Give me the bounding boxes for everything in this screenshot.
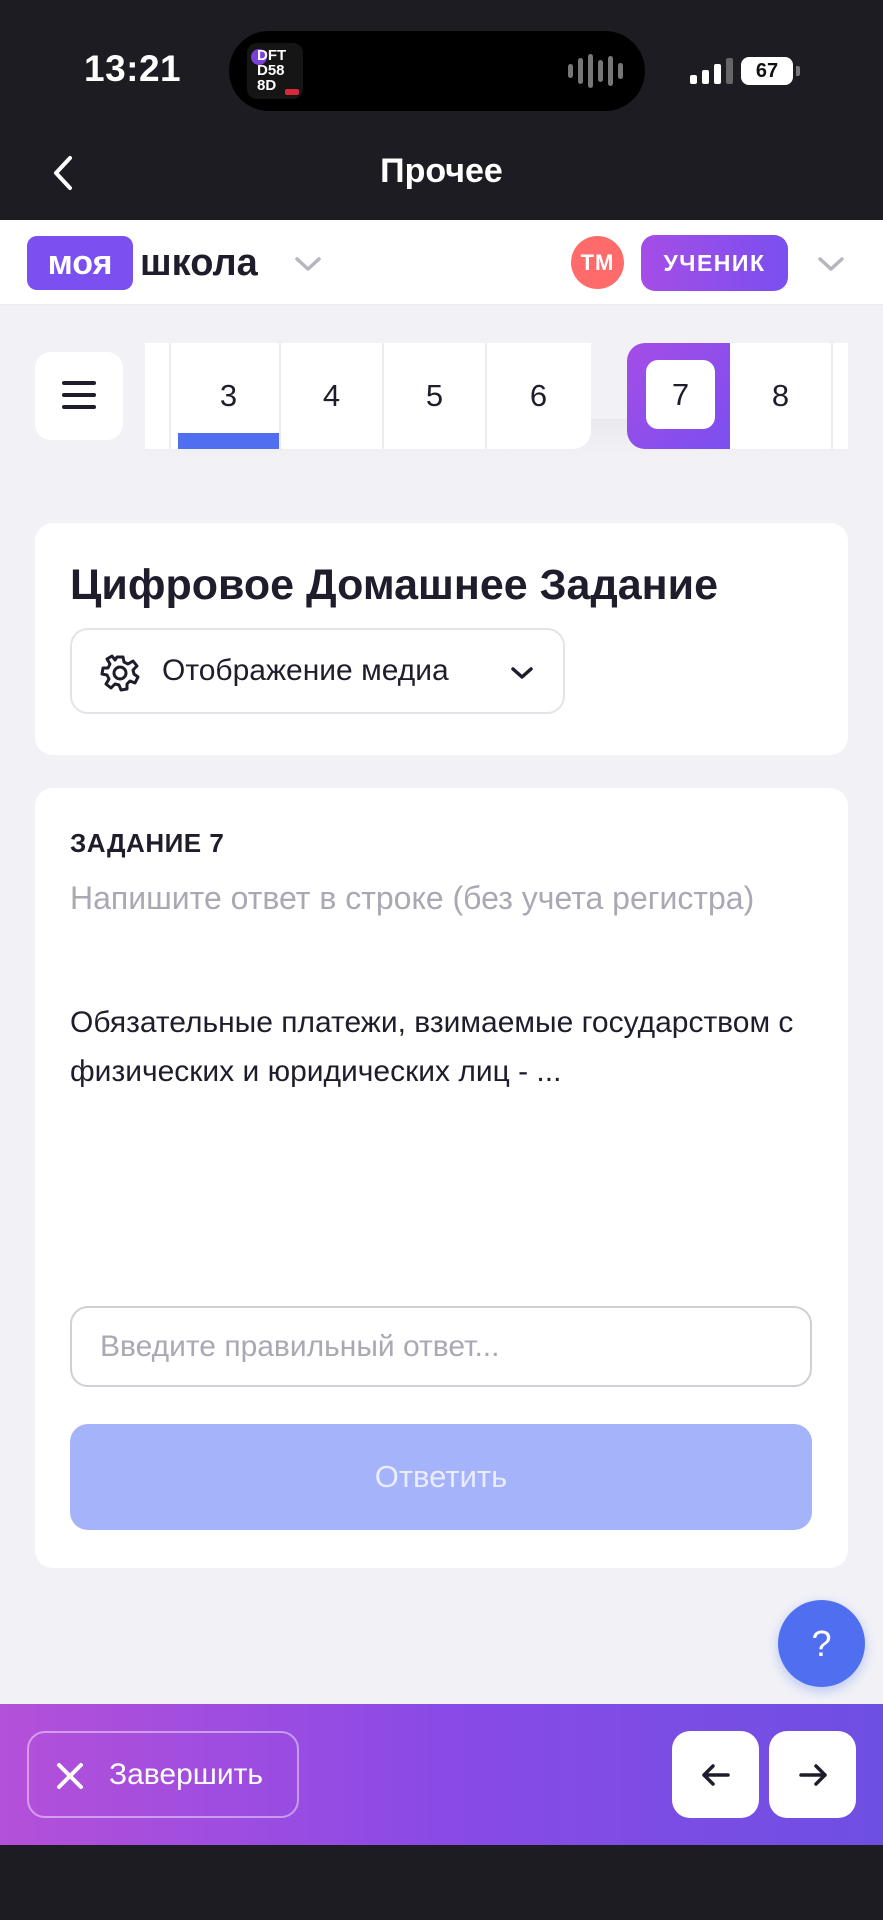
status-bar: 13:21 DFT D58 8D 67 [0,0,883,126]
answer-input[interactable] [70,1306,812,1387]
home-indicator-area [0,1845,883,1920]
island-app-icon: DFT D58 8D [247,43,303,99]
signal-icon [690,56,733,84]
close-icon [57,1763,83,1789]
submit-button[interactable]: Ответить [70,1424,812,1530]
avatar[interactable]: ТМ [571,236,624,289]
audio-wave-icon [568,51,623,91]
bottom-action-bar: Завершить [0,1704,883,1845]
task-card: ЗАДАНИЕ 7 Напишите ответ в строке (без у… [35,788,848,1568]
menu-button[interactable] [35,352,123,440]
pager-group: 3 4 5 6 [145,343,591,449]
battery-level: 67 [755,60,779,82]
next-task-button[interactable] [769,1731,856,1818]
task-number: ЗАДАНИЕ 7 [70,828,225,858]
task-hint: Напишите ответ в строке (без учета регис… [70,880,755,916]
arrow-right-icon [799,1764,827,1786]
help-button[interactable]: ? [778,1600,865,1687]
chevron-down-icon [511,667,533,679]
page-title: Цифровое Домашнее Задание [70,561,718,609]
page-tab[interactable]: 6 [487,343,590,449]
chevron-down-icon[interactable] [813,246,849,282]
app-header: моя школа ТМ УЧЕНИК [0,220,883,306]
status-time: 13:21 [84,48,182,89]
prev-task-button[interactable] [672,1731,759,1818]
dynamic-island: DFT D58 8D [229,31,645,111]
content-area: 3 4 5 6 7 8 Цифровое Домашнее Задание От… [0,306,883,1704]
page-tab-current[interactable]: 7 [627,343,730,449]
nav-bar: Прочее [0,126,883,220]
logo-box[interactable]: моя [27,236,133,290]
chevron-down-icon[interactable] [290,246,326,282]
menu-icon [62,381,96,417]
battery-icon: 67 [741,57,793,85]
page-tab[interactable]: 8 [730,343,833,449]
pager-group: 8 [730,343,848,449]
media-display-dropdown[interactable]: Отображение медиа [70,628,565,714]
gear-icon [100,654,140,692]
nav-title: Прочее [380,152,503,190]
current-page-number: 7 [646,360,715,429]
island-app-text: DFT D58 8D [257,47,287,94]
task-question: Обязательные платежи, взимаемые государс… [70,1006,794,1088]
finish-label: Завершить [109,1758,263,1791]
arrow-left-icon [702,1764,730,1786]
finish-button[interactable]: Завершить [27,1731,299,1818]
logo-word[interactable]: школа [140,236,258,290]
assignment-card: Цифровое Домашнее Задание Отображение ме… [35,523,848,755]
page-tab[interactable]: 4 [281,343,384,449]
role-badge[interactable]: УЧЕНИК [641,235,788,291]
page-tab[interactable]: 5 [384,343,487,449]
page-tab[interactable]: 3 [178,343,281,449]
task-pager: 3 4 5 6 7 8 [145,343,848,456]
media-display-label: Отображение медиа [162,654,449,687]
